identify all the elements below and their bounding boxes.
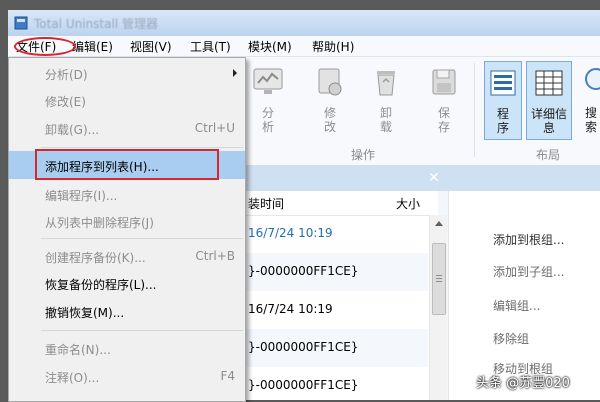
- menu-item-shortcut: Ctrl+B: [195, 249, 235, 263]
- menu-separator: [41, 330, 243, 331]
- list-scrollbar[interactable]: [429, 215, 447, 400]
- menu-item-create-backup[interactable]: 创建程序备份(K)... Ctrl+B: [9, 245, 245, 267]
- row-cell: }-0000000FF1CE}: [248, 264, 359, 278]
- menu-item-label: 编辑程序(I)...: [45, 189, 118, 203]
- details-grid-icon: [535, 70, 563, 96]
- details-view-button[interactable]: 详细信息: [526, 61, 572, 140]
- row-cell: 16/7/24 10:19: [248, 226, 333, 240]
- recycle-bin-icon: [377, 71, 395, 96]
- programs-list-icon: [490, 70, 516, 96]
- menu-bar: 文件(F) 编辑(E) 视图(V) 工具(T) 模块(M) 帮助(H): [8, 36, 600, 57]
- menu-item-undo-restore[interactable]: 撤销恢复(M)...: [9, 300, 245, 322]
- analyze-label: 分析: [261, 106, 274, 134]
- modify-icon: [318, 68, 342, 96]
- column-header-size[interactable]: 大小: [396, 195, 420, 212]
- menu-separator: [41, 147, 243, 148]
- menu-item-comment[interactable]: 注释(O)... F4: [9, 365, 245, 387]
- row-cell: }-0000000FF1CE}: [248, 340, 359, 354]
- menu-item-label: 修改(E): [45, 95, 86, 109]
- grip-line: [436, 281, 442, 282]
- modify-label: 修改: [323, 106, 336, 134]
- menu-item-label: 撤销恢复(M)...: [45, 306, 125, 320]
- title-bar: Total Uninstall 管理器: [8, 10, 600, 36]
- group-actions-panel: 添加到根组... 添加到子组... 编辑组... 移除组 移动到根组: [448, 191, 600, 400]
- save-button[interactable]: 保存: [424, 65, 464, 134]
- search-label: 搜索: [584, 106, 597, 134]
- grip-line: [436, 275, 442, 276]
- menu-item-restore-backup[interactable]: 恢复备份的程序(L)...: [9, 272, 245, 294]
- menu-item-analyze[interactable]: 分析(D): [9, 62, 245, 84]
- scroll-thumb[interactable]: [432, 243, 446, 315]
- menu-edit[interactable]: 编辑(E): [72, 39, 113, 55]
- menu-item-shortcut: Ctrl+U: [194, 121, 235, 135]
- uninstall-button[interactable]: 卸载: [366, 65, 406, 134]
- scroll-up-arrow-icon[interactable]: [435, 221, 443, 226]
- row-cell: }-0000000FF1CE}: [248, 378, 359, 392]
- modify-button[interactable]: 修改: [310, 65, 350, 134]
- file-menu-annotation-circle: [14, 37, 76, 56]
- details-label: 详细信息: [530, 107, 567, 135]
- menu-view[interactable]: 视图(V): [130, 39, 172, 55]
- column-header-install-time[interactable]: 装时间: [248, 195, 284, 212]
- add-to-subgroup-link[interactable]: 添加到子组...: [493, 263, 564, 280]
- menu-item-label: 恢复备份的程序(L)...: [45, 278, 157, 292]
- menu-item-modify[interactable]: 修改(E): [9, 89, 245, 111]
- menu-item-label: 分析(D): [45, 68, 88, 82]
- ribbon-separator: [474, 63, 475, 157]
- programs-label: 程序: [496, 107, 509, 135]
- app-icon: [14, 16, 28, 30]
- search-button[interactable]: 搜索: [576, 65, 600, 134]
- watermark: 头条 @苏豐020: [476, 376, 570, 391]
- search-icon: [585, 68, 600, 90]
- menu-item-edit-program[interactable]: 编辑程序(I)...: [9, 183, 245, 205]
- menu-separator: [41, 238, 243, 239]
- menu-item-label: 重命名(N)...: [45, 343, 111, 357]
- analyze-button[interactable]: 分析: [248, 65, 288, 134]
- programs-view-button[interactable]: 程序: [484, 61, 522, 140]
- edit-group-link[interactable]: 编辑组...: [493, 297, 540, 314]
- submenu-arrow-icon: [233, 69, 237, 77]
- add-program-annotation-box: [35, 149, 219, 180]
- menu-item-label: 创建程序备份(K)...: [45, 251, 146, 265]
- menu-help[interactable]: 帮助(H): [312, 39, 354, 55]
- row-cell: 16/7/24 10:19: [248, 302, 333, 316]
- menu-item-remove-from-list[interactable]: 从列表中删除程序(J): [9, 210, 245, 232]
- grip-line: [436, 278, 442, 279]
- menu-item-rename[interactable]: 重命名(N)...: [9, 337, 245, 359]
- menu-item-label: 卸载(G)...: [45, 123, 100, 137]
- monitor-chart-icon: [253, 68, 283, 94]
- menu-item-uninstall[interactable]: 卸载(G)... Ctrl+U: [9, 117, 245, 139]
- floppy-disk-icon: [432, 69, 456, 95]
- close-tab-icon[interactable]: ✕: [428, 170, 440, 186]
- window-title: Total Uninstall 管理器: [34, 17, 158, 31]
- ribbon-group-layout: 布局: [536, 148, 561, 162]
- save-label: 保存: [437, 106, 450, 134]
- remove-group-link[interactable]: 移除组: [493, 330, 529, 347]
- menu-modules[interactable]: 模块(M): [248, 39, 292, 55]
- ribbon-group-actions: 操作: [351, 148, 376, 162]
- menu-item-label: 注释(O)...: [45, 371, 100, 385]
- file-menu-dropdown: 分析(D) 修改(E) 卸载(G)... Ctrl+U 添加程序到列表(H)..…: [8, 57, 246, 402]
- add-to-root-group-link[interactable]: 添加到根组...: [493, 231, 564, 248]
- menu-item-shortcut: F4: [220, 369, 235, 383]
- uninstall-label: 卸载: [379, 106, 392, 134]
- menu-tools[interactable]: 工具(T): [190, 39, 231, 55]
- menu-item-label: 从列表中删除程序(J): [45, 216, 154, 230]
